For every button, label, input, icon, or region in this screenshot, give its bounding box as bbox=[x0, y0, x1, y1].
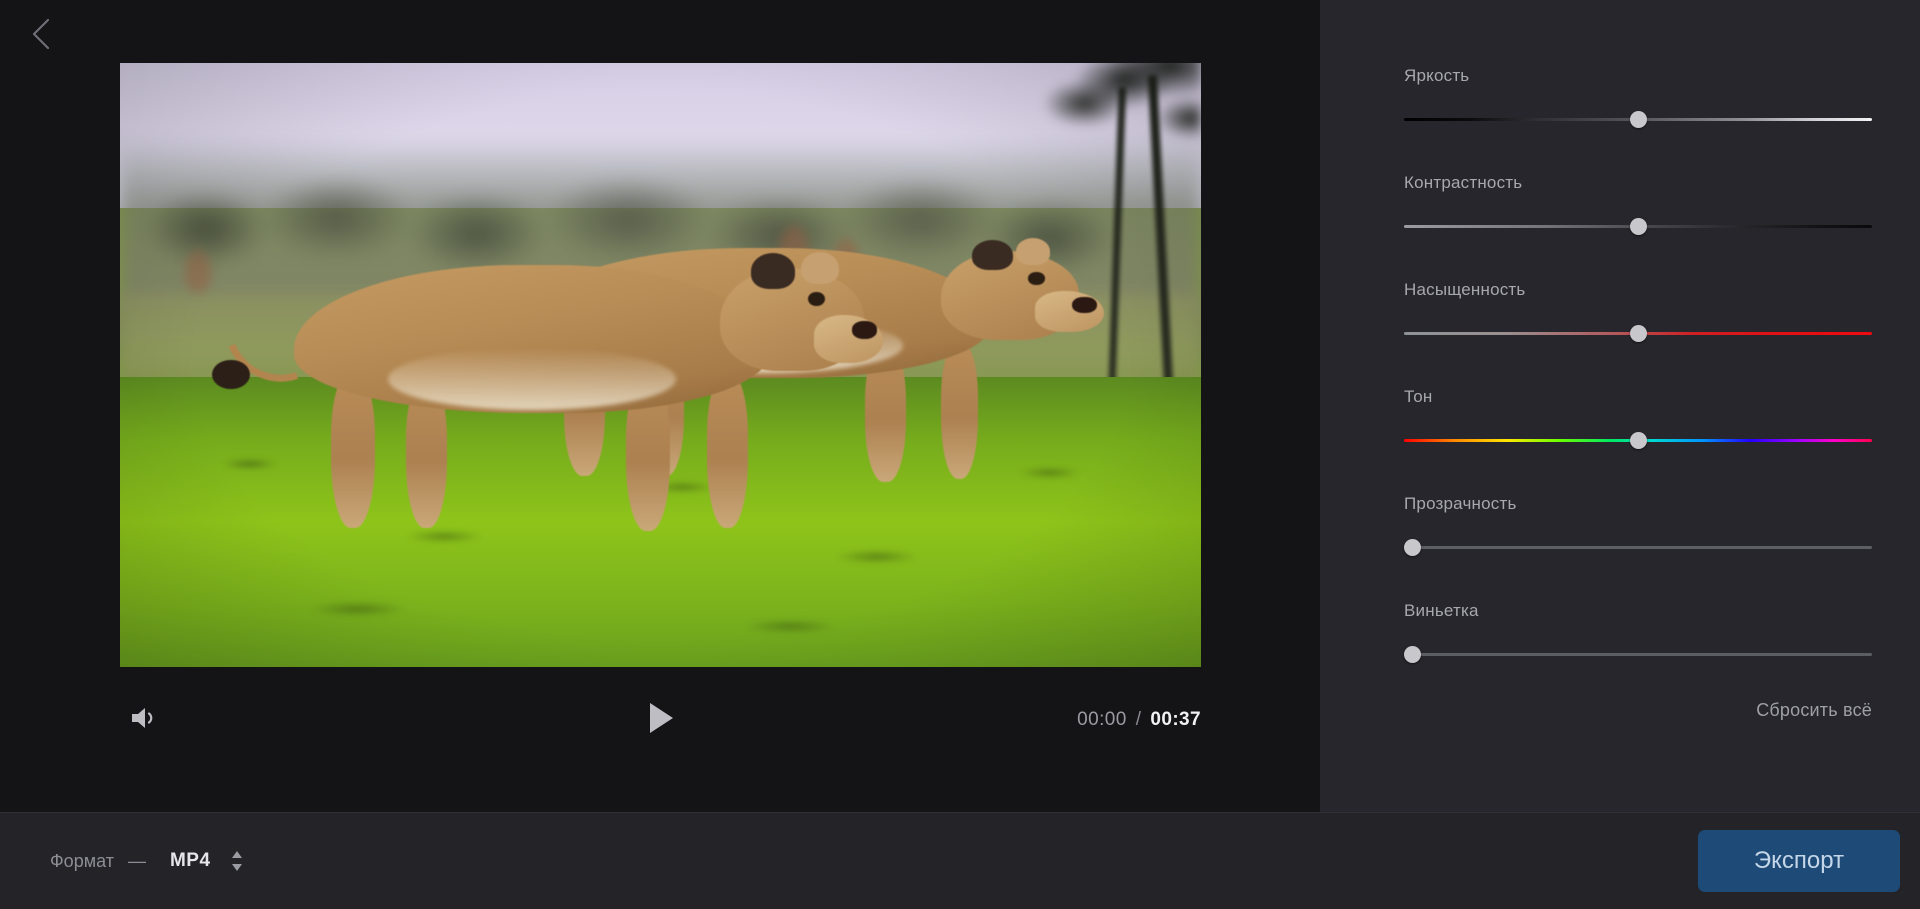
total-time: 00:37 bbox=[1150, 709, 1201, 730]
player-controls: 00:00 / 00:37 bbox=[120, 690, 1201, 750]
adjustment-brightness: Яркость bbox=[1404, 66, 1872, 129]
reset-row: Сбросить всё bbox=[1756, 700, 1872, 721]
play-icon bbox=[646, 701, 676, 740]
back-button[interactable] bbox=[14, 8, 66, 60]
export-button[interactable]: Экспорт bbox=[1698, 830, 1900, 892]
slider-thumb[interactable] bbox=[1404, 646, 1421, 663]
slider-track bbox=[1404, 653, 1872, 656]
volume-button[interactable] bbox=[120, 696, 168, 744]
video-scene bbox=[120, 63, 1201, 667]
scene-antelope bbox=[184, 250, 211, 293]
saturation-slider[interactable] bbox=[1404, 325, 1872, 343]
contrast-slider[interactable] bbox=[1404, 218, 1872, 236]
adjustment-vignette: Виньетка bbox=[1404, 601, 1872, 664]
adjustment-label: Контрастность bbox=[1404, 173, 1523, 192]
player-pane: 00:00 / 00:37 bbox=[0, 0, 1320, 812]
adjustment-label: Насыщенность bbox=[1404, 280, 1526, 299]
slider-thumb[interactable] bbox=[1630, 325, 1647, 342]
video-preview[interactable] bbox=[120, 63, 1201, 667]
format-label: Формат bbox=[50, 850, 114, 871]
adjustment-label: Прозрачность bbox=[1404, 494, 1517, 513]
format-selector[interactable]: Формат — MP4 bbox=[50, 850, 243, 872]
format-dash: — bbox=[127, 850, 146, 871]
transparency-slider[interactable] bbox=[1404, 539, 1872, 557]
play-button[interactable] bbox=[634, 696, 688, 744]
adjustment-label: Тон bbox=[1404, 387, 1433, 406]
bottom-bar: Формат — MP4 Экспорт bbox=[0, 812, 1920, 909]
adjustment-label: Яркость bbox=[1404, 66, 1470, 85]
stepper-up-down-icon[interactable] bbox=[231, 851, 243, 871]
adjustment-saturation: Насыщенность bbox=[1404, 280, 1872, 343]
vignette-slider[interactable] bbox=[1404, 646, 1872, 664]
adjustment-contrast: Контрастность bbox=[1404, 173, 1872, 236]
reset-all-button[interactable]: Сбросить всё bbox=[1756, 700, 1872, 721]
brightness-slider[interactable] bbox=[1404, 111, 1872, 129]
adjustment-hue: Тон bbox=[1404, 387, 1872, 450]
adjustment-label: Виньетка bbox=[1404, 601, 1479, 620]
chevron-left-icon bbox=[29, 17, 51, 51]
slider-thumb[interactable] bbox=[1630, 111, 1647, 128]
slider-thumb[interactable] bbox=[1630, 218, 1647, 235]
slider-track bbox=[1404, 546, 1872, 549]
current-time: 00:00 bbox=[1077, 709, 1127, 730]
time-separator: / bbox=[1135, 709, 1142, 730]
video-editor-app: 00:00 / 00:37 Яркость Контрастность Насы… bbox=[0, 0, 1920, 909]
hue-slider[interactable] bbox=[1404, 432, 1872, 450]
timecode: 00:00 / 00:37 bbox=[1077, 696, 1201, 744]
volume-on-icon bbox=[129, 705, 159, 736]
slider-thumb[interactable] bbox=[1404, 539, 1421, 556]
slider-thumb[interactable] bbox=[1630, 432, 1647, 449]
scene-lion-front bbox=[208, 244, 883, 540]
adjustments-panel: Яркость Контрастность Насыщенность Тон П… bbox=[1320, 0, 1920, 812]
adjustment-transparency: Прозрачность bbox=[1404, 494, 1872, 557]
format-value[interactable]: MP4 bbox=[170, 850, 211, 872]
